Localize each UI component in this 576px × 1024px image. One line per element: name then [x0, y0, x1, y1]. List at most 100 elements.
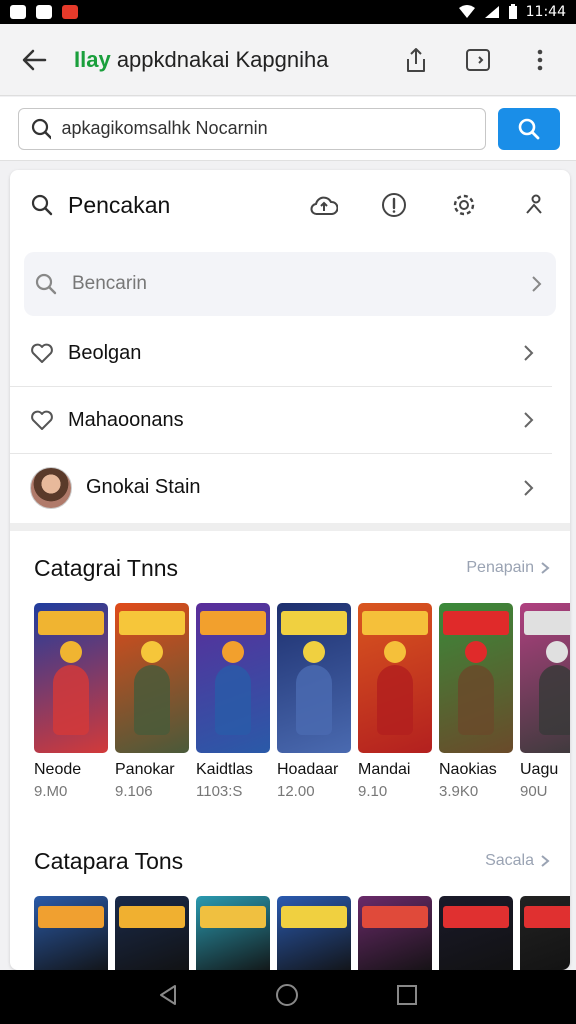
person-icon: [526, 194, 542, 214]
app-name: Hoadaar: [277, 761, 339, 778]
menu-item-label: Beolgan: [68, 341, 142, 364]
menu-item-label: Mahaoonans: [68, 408, 184, 431]
app-thumbnail: [520, 603, 570, 753]
menu-item-favorites[interactable]: Beolgan: [10, 320, 552, 387]
app-thumbnail: [115, 603, 189, 753]
app-tile[interactable]: Naokias 3.9K0: [439, 603, 513, 800]
chevron-right-icon: [532, 276, 542, 292]
category-section-top: Catagrai Tnns Penapain Neode 9.M0 Panokar 9…: [10, 531, 570, 800]
menu-item-wishlist[interactable]: Mahaoonans: [10, 387, 552, 454]
app-thumbnail[interactable]: [115, 896, 189, 970]
app-name: Uagu: [520, 761, 559, 778]
account-button[interactable]: [514, 185, 554, 225]
photos-icon: [36, 5, 52, 19]
page-title-accent: Ilay: [74, 46, 111, 72]
arrow-left-icon: [22, 49, 47, 70]
search-icon: [518, 118, 540, 139]
app-rating: 90U: [520, 783, 548, 800]
app-rating: 9.M0: [34, 783, 68, 800]
square-recents-icon: [396, 984, 417, 1005]
tabs-button[interactable]: [458, 40, 498, 80]
upload-button[interactable]: [304, 185, 344, 225]
see-more-link[interactable]: Sacala: [485, 852, 550, 870]
triangle-back-icon: [160, 984, 177, 1005]
app-thumbnail: [34, 603, 108, 753]
chevron-right-icon: [541, 562, 550, 574]
share-icon: [407, 47, 425, 72]
app-rating: 9.10: [358, 783, 388, 800]
app-name: Kaidtlas: [196, 761, 253, 778]
app-tile[interactable]: Neode 9.M0: [34, 603, 108, 800]
app-thumbnail: [439, 603, 513, 753]
app-rating: 3.9K0: [439, 783, 479, 800]
search-button[interactable]: [498, 107, 560, 150]
chevron-right-icon: [524, 345, 534, 361]
settings-button[interactable]: [444, 185, 484, 225]
app-thumbnail: [196, 603, 270, 753]
heart-icon: [31, 343, 53, 363]
chevron-right-icon: [524, 412, 534, 428]
section-title: Catagrai Tnns: [34, 554, 179, 581]
nav-recents-button[interactable]: [396, 984, 418, 1011]
app-rating: 1103:S: [196, 783, 243, 800]
see-more-link[interactable]: Penapain: [466, 559, 550, 577]
back-button[interactable]: [16, 42, 52, 78]
see-more-label: Penapain: [466, 559, 534, 576]
search-icon: [31, 118, 52, 139]
menu-search-row[interactable]: Bencarin: [24, 252, 556, 316]
youtube-icon: [62, 5, 78, 19]
see-more-label: Sacala: [485, 852, 534, 869]
app-thumbnail: [358, 603, 432, 753]
system-navigation-bar: [0, 970, 576, 1024]
heart-icon: [31, 410, 53, 430]
app-rating: 12.00: [277, 783, 315, 800]
menu-title: Pencakan: [68, 191, 171, 218]
share-button[interactable]: [396, 40, 436, 80]
info-button[interactable]: [374, 185, 414, 225]
info-icon: [382, 193, 406, 217]
status-bar: 11:44: [0, 0, 576, 24]
more-vert-icon: [537, 49, 543, 70]
app-tile[interactable]: Hoadaar 12.00: [277, 603, 351, 800]
menu-card: Pencakan Bencarin Beolgan Mahaoonans Gno…: [10, 170, 570, 970]
avatar: [30, 466, 72, 509]
app-thumbnail[interactable]: [520, 896, 570, 970]
app-thumbnail[interactable]: [358, 896, 432, 970]
status-time: 11:44: [525, 4, 566, 20]
app-name: Naokias: [439, 761, 497, 778]
app-thumbnail[interactable]: [439, 896, 513, 970]
more-options-button[interactable]: [520, 40, 560, 80]
nav-back-button[interactable]: [158, 984, 178, 1011]
section-title: Catapara Tons: [34, 847, 184, 874]
search-icon: [31, 194, 53, 216]
search-icon: [35, 273, 57, 295]
app-tile[interactable]: Kaidtlas 1103:S: [196, 603, 270, 800]
app-name: Mandai: [358, 761, 411, 778]
app-tiles-row: Neode 9.M0 Panokar 9.106 Kaidtlas 1103:S Hoada…: [34, 603, 570, 800]
wifi-icon: [458, 5, 475, 18]
app-bar: Ilay appkdnakai Kapgniha: [0, 24, 576, 96]
app-thumbnail: [277, 603, 351, 753]
app-name: Neode: [34, 761, 82, 778]
tab-icon: [466, 48, 490, 71]
app-tile[interactable]: Panokar 9.106: [115, 603, 189, 800]
menu-item-label: Gnokai Stain: [86, 476, 201, 498]
search-input[interactable]: [61, 118, 473, 139]
menu-item-profile[interactable]: Gnokai Stain: [10, 454, 552, 521]
menu-search-label: Bencarin: [72, 273, 147, 294]
app-tiles-row: [34, 896, 570, 970]
search-field[interactable]: [18, 107, 486, 150]
app-tile[interactable]: Uagu 90U: [520, 603, 570, 800]
menu-header: Pencakan: [10, 170, 570, 240]
chevron-right-icon: [541, 855, 550, 867]
search-bar: [0, 97, 576, 161]
battery-icon: [508, 4, 517, 19]
app-thumbnail[interactable]: [34, 896, 108, 970]
signal-icon: [484, 6, 499, 18]
app-tile[interactable]: Mandai 9.10: [358, 603, 432, 800]
upload-cloud-icon: [310, 196, 338, 215]
nav-home-button[interactable]: [275, 983, 299, 1012]
app-thumbnail[interactable]: [196, 896, 270, 970]
chevron-right-icon: [524, 479, 534, 496]
app-thumbnail[interactable]: [277, 896, 351, 970]
